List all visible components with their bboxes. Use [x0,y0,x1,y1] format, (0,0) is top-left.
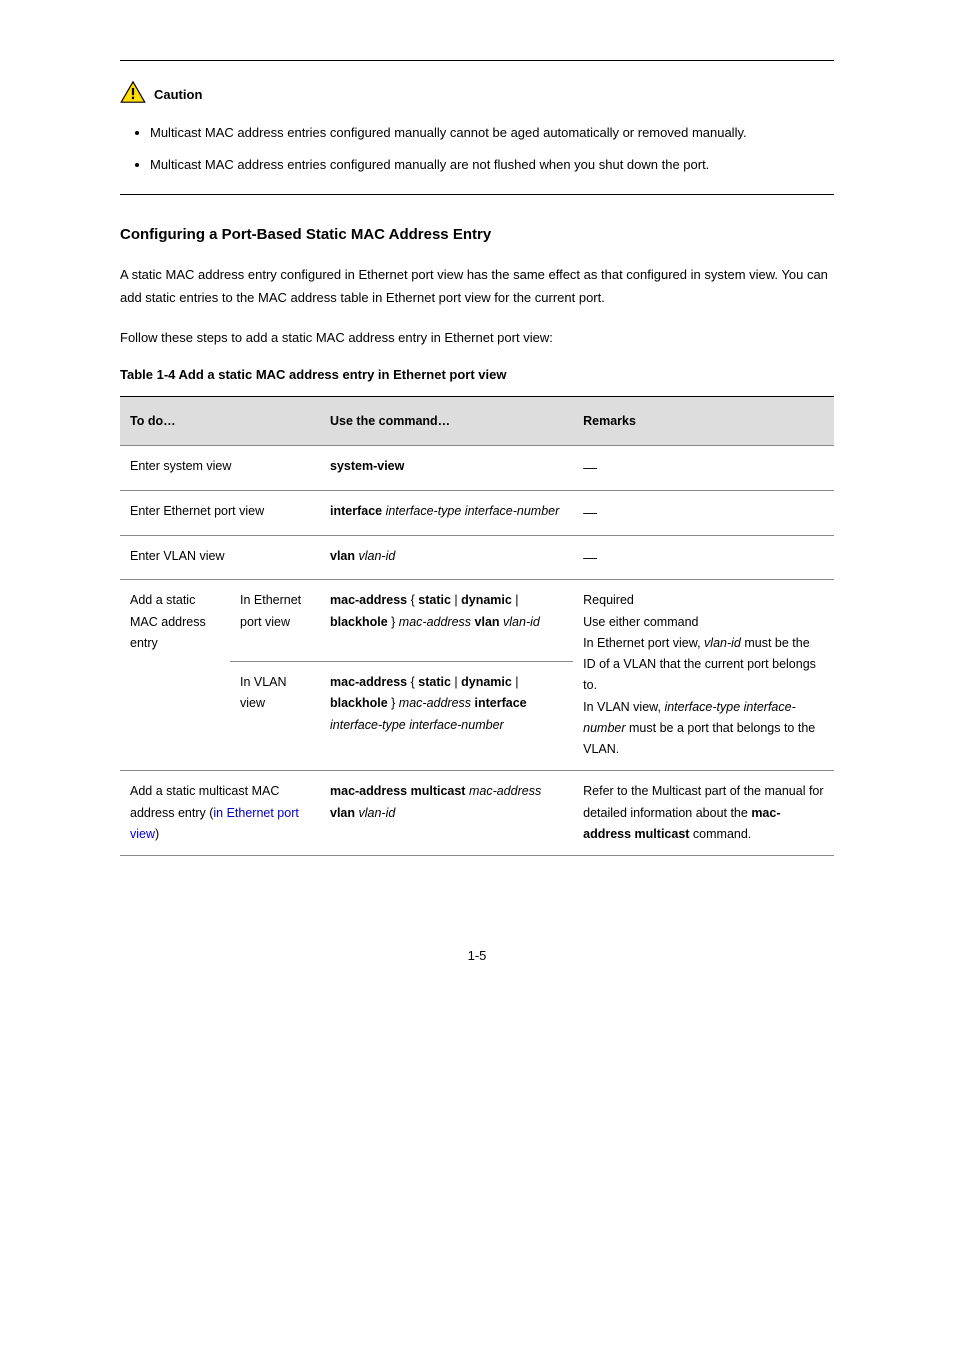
table-cell: Add a static multicast MAC address entry… [120,771,320,856]
table-cell: vlan vlan-id [320,535,573,580]
table-cell: interface interface-type interface-numbe… [320,490,573,535]
table-row: Enter system view system-view — [120,445,834,490]
top-rule [120,60,834,61]
table-cell: Enter VLAN view [120,535,320,580]
table-header-row: To do… Use the command… Remarks [120,396,834,445]
table-header: Remarks [573,396,834,445]
table-cell: — [573,535,834,580]
table-cell: Enter system view [120,445,320,490]
caution-item: Multicast MAC address entries configured… [150,122,834,144]
table-cell: system-view [320,445,573,490]
body-paragraph: A static MAC address entry configured in… [120,263,834,310]
table-header: Use the command… [320,396,573,445]
table-cell: — [573,490,834,535]
table-row: Add a static MAC address entry In Ethern… [120,580,834,662]
table-cell: Refer to the Multicast part of the manua… [573,771,834,856]
table-cell: Add a static MAC address entry [120,580,230,771]
table-cell: — [573,445,834,490]
table-cell: Enter Ethernet port view [120,490,320,535]
table-header: To do… [120,396,320,445]
table-row: Enter VLAN view vlan vlan-id — [120,535,834,580]
table-cell: In VLAN view [230,662,320,771]
separator-rule [120,194,834,195]
caution-item: Multicast MAC address entries configured… [150,154,834,176]
page-number: 1-5 [120,946,834,967]
caution-icon [120,81,146,110]
caution-header: Caution [120,81,834,110]
table-row: Add a static multicast MAC address entry… [120,771,834,856]
config-table: To do… Use the command… Remarks Enter sy… [120,396,834,856]
caution-list: Multicast MAC address entries configured… [120,122,834,176]
caution-label: Caution [154,85,202,106]
section-title: Configuring a Port-Based Static MAC Addr… [120,223,834,247]
body-paragraph: Follow these steps to add a static MAC a… [120,326,834,349]
table-cell: mac-address { static | dynamic | blackho… [320,580,573,662]
table-cell: Required Use either command In Ethernet … [573,580,834,771]
table-caption: Table 1-4 Add a static MAC address entry… [120,365,834,386]
table-cell: In Ethernet port view [230,580,320,662]
table-cell: mac-address { static | dynamic | blackho… [320,662,573,771]
table-row: Enter Ethernet port view interface inter… [120,490,834,535]
table-cell: mac-address multicast mac-address vlan v… [320,771,573,856]
